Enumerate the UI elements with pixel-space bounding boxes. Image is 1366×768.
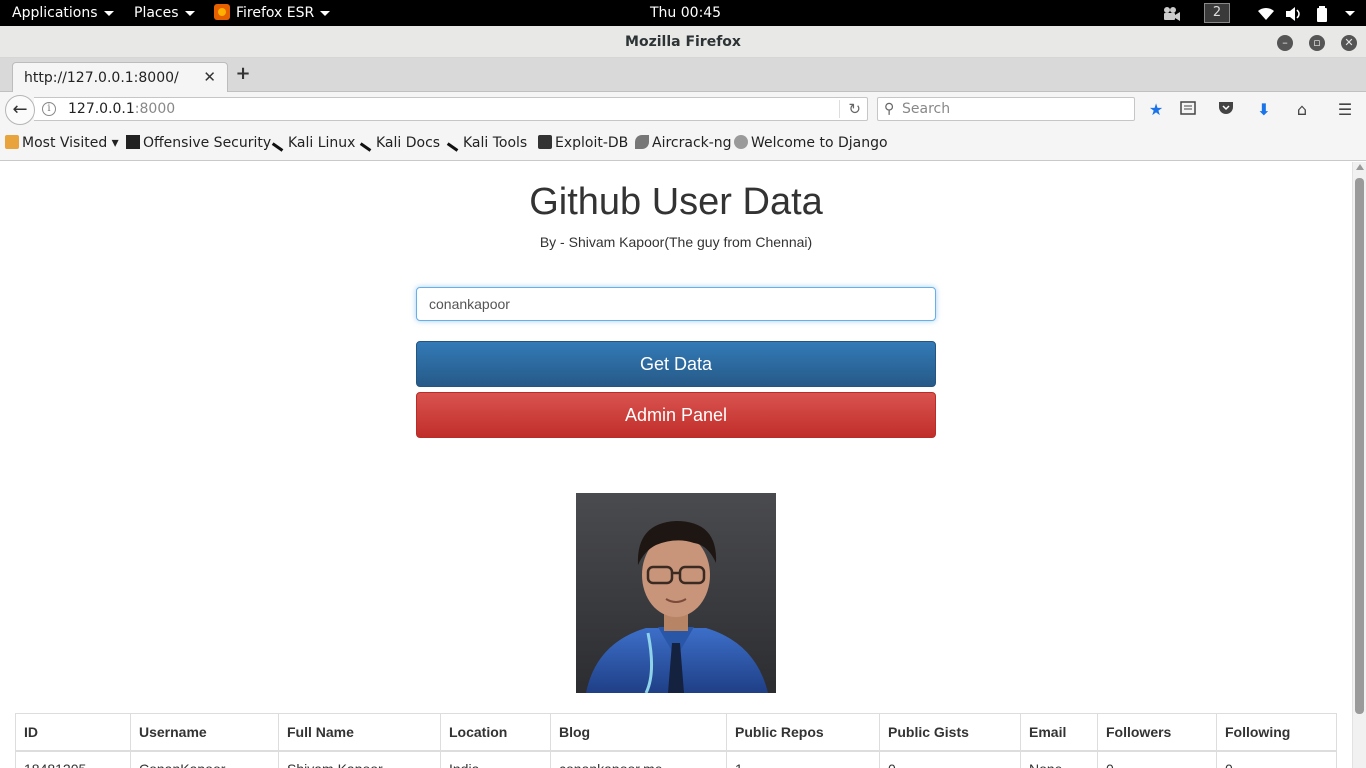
offsec-icon bbox=[126, 135, 140, 149]
search-icon: ⚲ bbox=[884, 101, 895, 117]
kali-dragon-icon bbox=[271, 138, 287, 152]
column-header: Email bbox=[1020, 713, 1098, 752]
volume-icon[interactable] bbox=[1285, 5, 1303, 21]
bookmark-aircrack-ng[interactable]: Aircrack-ng bbox=[635, 135, 732, 151]
pocket-icon[interactable] bbox=[1215, 99, 1237, 121]
system-top-panel: Applications Places Firefox ESR Thu 00:4… bbox=[0, 0, 1366, 26]
search-bar[interactable]: ⚲ bbox=[877, 97, 1135, 121]
search-input[interactable] bbox=[902, 100, 1127, 118]
table-header-row: ID Username Full Name Location Blog Publ… bbox=[15, 713, 1337, 752]
page-content: Github User Data By - Shivam Kapoor(The … bbox=[0, 162, 1352, 768]
column-header: Following bbox=[1216, 713, 1337, 752]
downloads-icon[interactable]: ⬇ bbox=[1253, 99, 1275, 121]
tab-label: http://127.0.0.1:8000/ bbox=[24, 70, 179, 86]
minimize-icon[interactable]: – bbox=[1277, 35, 1293, 51]
tab-strip: http://127.0.0.1:8000/ ✕ + bbox=[0, 58, 1366, 93]
folder-icon bbox=[5, 135, 19, 149]
page-scrollbar[interactable] bbox=[1352, 162, 1366, 768]
username-input[interactable] bbox=[416, 287, 936, 321]
scroll-up-icon[interactable] bbox=[1356, 164, 1364, 170]
active-app-menu[interactable]: Firefox ESR bbox=[214, 0, 331, 26]
clock[interactable]: Thu 00:45 bbox=[650, 0, 721, 26]
bookmark-star-icon[interactable]: ★ bbox=[1145, 99, 1167, 121]
arrow-left-icon: ← bbox=[12, 99, 28, 120]
url-text: 127.0.0.1:8000 bbox=[68, 101, 176, 117]
bookmark-exploit-db[interactable]: Exploit-DB bbox=[538, 135, 628, 151]
exploit-db-icon bbox=[538, 135, 552, 149]
bookmark-kali-docs[interactable]: Kali Docs bbox=[359, 135, 440, 152]
globe-icon bbox=[734, 135, 748, 149]
chevron-down-icon bbox=[1345, 10, 1355, 16]
window-title: Mozilla Firefox bbox=[625, 34, 741, 50]
bookmarks-toolbar: Most Visited ▾ Offensive Security Kali L… bbox=[0, 128, 1366, 161]
page-subtitle: By - Shivam Kapoor(The guy from Chennai) bbox=[539, 234, 813, 250]
window-titlebar[interactable]: Mozilla Firefox – ▫ ✕ bbox=[0, 26, 1366, 58]
reading-list-icon[interactable] bbox=[1177, 99, 1199, 121]
table-cell: India bbox=[440, 750, 551, 768]
hamburger-menu-icon[interactable]: ☰ bbox=[1334, 99, 1356, 121]
new-tab-icon[interactable]: + bbox=[234, 64, 252, 84]
scrollbar-thumb[interactable] bbox=[1355, 178, 1364, 714]
column-header: Full Name bbox=[278, 713, 441, 752]
workspace-indicator[interactable]: 2 bbox=[1204, 3, 1230, 23]
bookmark-kali-linux[interactable]: Kali Linux bbox=[271, 135, 355, 152]
kali-dragon-icon bbox=[446, 138, 462, 152]
bookmark-offensive-security[interactable]: Offensive Security bbox=[126, 135, 271, 151]
system-menu[interactable] bbox=[1339, 0, 1355, 26]
column-header: Blog bbox=[550, 713, 727, 752]
aircrack-icon bbox=[635, 135, 649, 149]
user-avatar bbox=[576, 493, 776, 693]
video-camera-icon[interactable] bbox=[1162, 5, 1182, 21]
page-title: Github User Data bbox=[529, 181, 823, 223]
url-bar[interactable]: i 127.0.0.1:8000 ↻ bbox=[34, 97, 868, 121]
battery-icon[interactable] bbox=[1315, 5, 1329, 22]
chevron-down-icon bbox=[103, 10, 114, 16]
column-header: Public Repos bbox=[726, 713, 880, 752]
table-cell: Shivam Kapoor bbox=[278, 750, 441, 768]
table-row: 18481205 ConanKapoor Shivam Kapoor India… bbox=[15, 750, 1337, 768]
home-icon[interactable]: ⌂ bbox=[1291, 99, 1313, 121]
close-tab-icon[interactable]: ✕ bbox=[203, 68, 216, 86]
column-header: Location bbox=[440, 713, 551, 752]
firefox-icon bbox=[214, 4, 230, 20]
column-header: ID bbox=[15, 713, 131, 752]
reload-icon[interactable]: ↻ bbox=[839, 100, 861, 118]
table-cell: conankapoor.me bbox=[550, 750, 727, 768]
applications-menu[interactable]: Applications bbox=[12, 0, 114, 26]
maximize-icon[interactable]: ▫ bbox=[1309, 35, 1325, 51]
bookmark-kali-tools[interactable]: Kali Tools bbox=[446, 135, 527, 152]
tab-localhost[interactable]: http://127.0.0.1:8000/ ✕ bbox=[12, 62, 228, 93]
table-cell: ConanKapoor bbox=[130, 750, 279, 768]
kali-dragon-icon bbox=[359, 138, 375, 152]
table-cell: 0 bbox=[1216, 750, 1337, 768]
column-header: Public Gists bbox=[879, 713, 1021, 752]
table-cell: 18481205 bbox=[15, 750, 131, 768]
close-icon[interactable]: ✕ bbox=[1341, 35, 1357, 51]
table-cell: 0 bbox=[879, 750, 1021, 768]
wifi-icon[interactable] bbox=[1257, 5, 1275, 21]
table-cell: 0 bbox=[1097, 750, 1217, 768]
places-menu[interactable]: Places bbox=[134, 0, 195, 26]
chevron-down-icon bbox=[320, 10, 331, 16]
back-button[interactable]: ← bbox=[5, 95, 35, 125]
admin-panel-button[interactable]: Admin Panel bbox=[416, 392, 936, 438]
info-icon[interactable]: i bbox=[42, 102, 56, 116]
bookmark-most-visited[interactable]: Most Visited ▾ bbox=[5, 135, 119, 151]
get-data-button[interactable]: Get Data bbox=[416, 341, 936, 387]
bookmark-welcome-to-django[interactable]: Welcome to Django bbox=[734, 135, 888, 151]
chevron-down-icon bbox=[184, 10, 195, 16]
column-header: Followers bbox=[1097, 713, 1217, 752]
user-data-table: ID Username Full Name Location Blog Publ… bbox=[15, 713, 1337, 768]
table-cell: 1 bbox=[726, 750, 880, 768]
table-cell: None bbox=[1020, 750, 1098, 768]
nav-bar: i 127.0.0.1:8000 ↻ ← ⚲ ★ ⬇ ⌂ ☰ bbox=[0, 92, 1366, 128]
column-header: Username bbox=[130, 713, 279, 752]
